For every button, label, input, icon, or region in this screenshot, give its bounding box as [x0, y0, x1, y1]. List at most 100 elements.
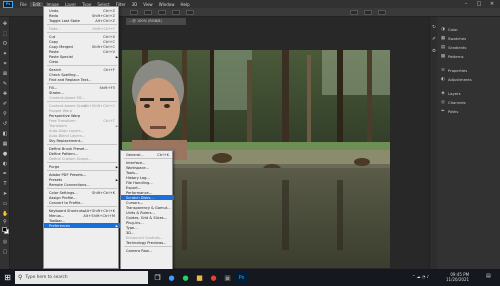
options-dropdown[interactable] [172, 9, 180, 15]
menu-file[interactable]: File [17, 2, 30, 7]
app-icon[interactable]: ▣ [222, 272, 233, 283]
menu-3d[interactable]: 3D [129, 2, 141, 7]
frame-tool-icon[interactable]: ⊠ [2, 71, 8, 77]
pref-technology-previews[interactable]: Technology Previews... [121, 240, 174, 245]
brush-tool-icon[interactable]: ✐ [2, 101, 8, 107]
search-icon[interactable] [350, 9, 358, 15]
task-view-icon[interactable]: ❐ [152, 272, 163, 283]
whatsapp-icon[interactable]: ● [180, 272, 191, 283]
menu-help[interactable]: Help [177, 2, 192, 7]
menu-view[interactable]: View [140, 2, 156, 7]
pref-camera-raw[interactable]: Camera Raw... [121, 248, 174, 253]
screen-mode-icon[interactable]: ▢ [2, 249, 8, 255]
minimize-icon[interactable]: – [460, 0, 472, 8]
eyedropper-tool-icon[interactable]: ✎ [2, 81, 8, 87]
menu-separator [47, 206, 117, 207]
share-icon[interactable] [378, 9, 386, 15]
magic-wand-tool-icon[interactable]: ✦ [2, 51, 8, 57]
panel-patterns[interactable]: ▩ Patterns [440, 53, 464, 60]
menu-item-remote-connections[interactable]: Remote Connections... [44, 182, 120, 187]
eraser-tool-icon[interactable]: ◧ [2, 131, 8, 137]
options-dropdown[interactable] [186, 9, 194, 15]
pref-general[interactable]: General... Ctrl+K [121, 152, 174, 157]
quick-mask-icon[interactable]: ◎ [2, 239, 8, 245]
menu-separator [47, 24, 117, 25]
foreground-color-swatch[interactable] [2, 227, 7, 232]
hand-tool-icon[interactable]: ✋ [2, 211, 8, 217]
file-explorer-icon[interactable]: ■ [194, 272, 205, 283]
options-dropdown[interactable] [130, 9, 138, 15]
taskbar-search-box[interactable]: ⚲ Type here to search [15, 271, 148, 284]
layers-icon: ◈ [441, 91, 445, 96]
dodge-tool-icon[interactable]: ◐ [2, 161, 8, 167]
panel-stack: ◑ Color ▦ Swatches ▤ Gradients ▩ Pattern… [437, 17, 500, 269]
menu-item-toggle-last-state[interactable]: Toggle Last State Alt+Ctrl+Z [44, 18, 120, 23]
panel-label: Color [448, 27, 458, 32]
chrome-icon[interactable]: ● [208, 272, 219, 283]
menu-separator [47, 65, 117, 66]
move-tool-icon[interactable]: ✥ [2, 21, 8, 27]
options-dropdown[interactable] [144, 9, 152, 15]
panel-color[interactable]: ◑ Color [440, 26, 458, 33]
panel-layers[interactable]: ◈ Layers [440, 90, 460, 97]
menu-edit[interactable]: Edit [29, 1, 44, 7]
healing-brush-tool-icon[interactable]: ✚ [2, 91, 8, 97]
maximize-icon[interactable]: □ [473, 0, 485, 8]
properties-icon: ≡ [441, 68, 445, 73]
search-icon: ⚲ [18, 274, 23, 281]
gradient-tool-icon[interactable]: ▦ [2, 141, 8, 147]
lasso-tool-icon[interactable]: ʘ [2, 41, 8, 47]
edge-icon[interactable]: ● [166, 272, 177, 283]
zoom-tool-icon[interactable]: ⚲ [2, 219, 8, 225]
menu-item-define-shape[interactable]: Define Custom Shape... [44, 156, 120, 161]
panel-label: Swatches [448, 36, 467, 41]
menu-separator [47, 32, 117, 33]
menu-item-convert-profile[interactable]: Convert to Profile... [44, 200, 120, 205]
menu-window[interactable]: Window [156, 2, 178, 7]
pen-tool-icon[interactable]: ✒ [2, 171, 8, 177]
patterns-icon: ▩ [440, 54, 446, 59]
menu-item-find-replace[interactable]: Find and Replace Text... [44, 77, 120, 82]
tray-icons[interactable]: ⌃ ☁ ◔ ♪ [412, 274, 429, 280]
panel-paths[interactable]: ✒ Paths [440, 108, 458, 115]
clone-stamp-tool-icon[interactable]: ⚲ [2, 111, 8, 117]
menu-item-preferences[interactable]: Preferences ▶ [44, 223, 120, 228]
type-tool-icon[interactable]: T [2, 181, 8, 187]
panel-adjustments[interactable]: ◐ Adjustments [440, 76, 472, 83]
menu-item-fade[interactable]: Fade... Shift+Ctrl+F [44, 26, 120, 31]
menu-separator [47, 83, 117, 84]
panel-label: Channels [448, 100, 466, 105]
panel-swatches[interactable]: ▦ Swatches [440, 35, 466, 42]
panel-label: Paths [448, 109, 459, 114]
crop-tool-icon[interactable]: ⌗ [2, 61, 8, 67]
clock[interactable]: 09:45 PM 11/20/2021 [446, 272, 469, 282]
panel-properties[interactable]: ≡ Properties [440, 67, 467, 74]
menu-item-content-aware-fill[interactable]: Content-Aware Fill... [44, 95, 120, 100]
menu-separator [47, 170, 117, 171]
panel-gradients[interactable]: ▤ Gradients [440, 44, 467, 51]
menu-item-clear[interactable]: Clear [44, 59, 120, 64]
shape-tool-icon[interactable]: ▭ [2, 201, 8, 207]
menu-separator [47, 188, 117, 189]
color-icon: ◑ [441, 27, 445, 32]
document-tab[interactable]: ...@ 100% (RGB/8) [126, 18, 186, 25]
menu-separator [47, 101, 117, 102]
close-icon[interactable]: × [486, 0, 498, 8]
workspace-icon[interactable] [364, 9, 372, 15]
taskbar: ⊞ ⚲ Type here to search ❐ ● ● ■ ● ▣ Ps ⌃… [0, 269, 500, 286]
photoshop-taskbar-icon[interactable]: Ps [236, 272, 247, 283]
blur-tool-icon[interactable]: ● [2, 151, 8, 157]
tools-panel: ✥ ⬚ ʘ ✦ ⌗ ⊠ ✎ ✚ ✐ ⚲ ↺ ◧ ▦ ● ◐ ✒ T ➤ ▭ ✋ … [0, 17, 10, 269]
options-dropdown[interactable] [158, 9, 166, 15]
menu-item-sky-replacement[interactable]: Sky Replacement... [44, 138, 120, 143]
panel-channels[interactable]: ◎ Channels [440, 99, 466, 106]
menu-separator [124, 158, 172, 159]
notification-icon[interactable]: ▤ [486, 274, 491, 279]
windows-start-icon[interactable]: ⊞ [3, 273, 12, 282]
menu-item-purge[interactable]: Purge ▶ [44, 164, 120, 169]
path-selection-tool-icon[interactable]: ➤ [2, 191, 8, 197]
history-brush-tool-icon[interactable]: ↺ [2, 121, 8, 127]
menu-separator [124, 246, 172, 247]
marquee-tool-icon[interactable]: ⬚ [2, 31, 8, 37]
swatches-icon: ▦ [440, 36, 446, 41]
